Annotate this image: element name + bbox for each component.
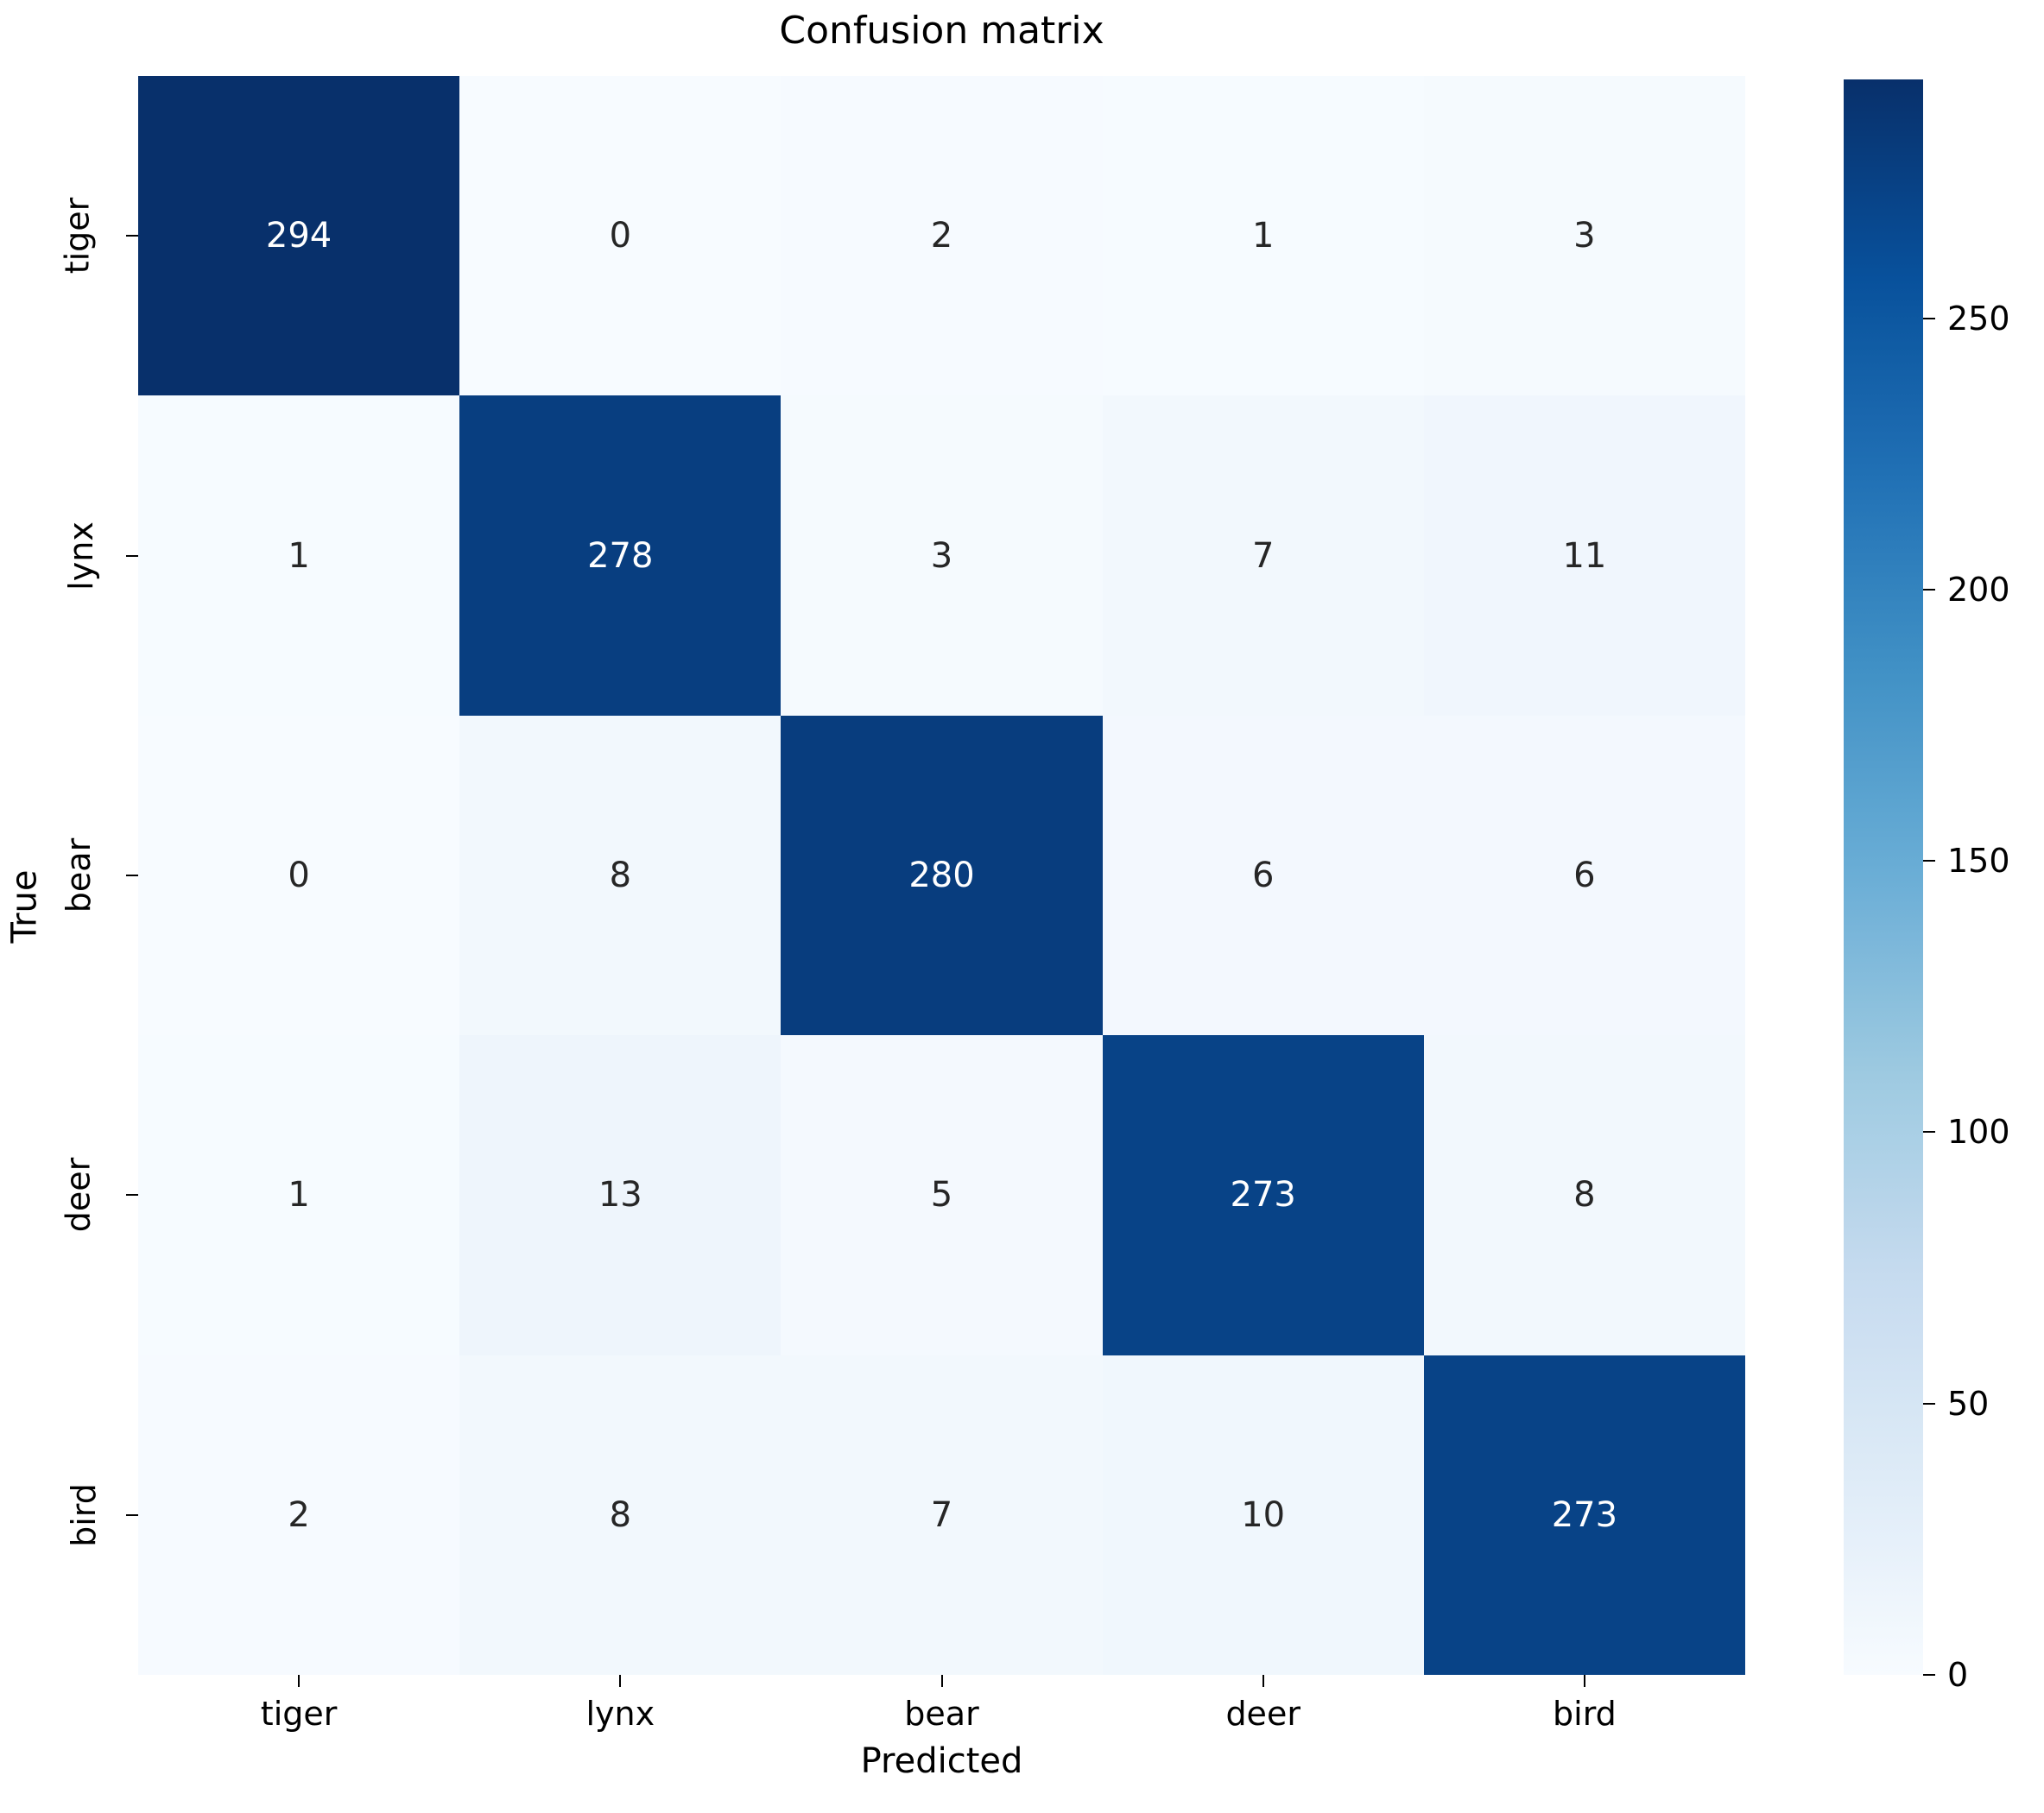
matrix-cell-value: 2 (930, 216, 953, 256)
y-tick-mark (126, 1194, 138, 1197)
matrix-cell: 1 (138, 1035, 460, 1355)
colorbar-tick-mark (1923, 1402, 1935, 1405)
matrix-cell-value: 278 (587, 535, 654, 576)
x-tick-label: bear (904, 1695, 979, 1733)
matrix-cell-value: 1 (1251, 216, 1275, 256)
matrix-cell: 6 (1102, 715, 1424, 1036)
x-tick-label: bird (1553, 1695, 1617, 1733)
page-title: Confusion matrix (779, 9, 1104, 53)
matrix-cell: 3 (1423, 76, 1745, 396)
matrix-cell-value: 7 (930, 1494, 953, 1535)
matrix-cell: 11 (1423, 395, 1745, 716)
colorbar-tick-mark (1923, 1674, 1935, 1676)
matrix-cell: 294 (138, 76, 460, 396)
y-tick-mark (126, 235, 138, 237)
matrix-cell-value: 11 (1562, 535, 1607, 576)
colorbar-tick-label: 250 (1947, 299, 2010, 338)
colorbar-gradient (1844, 79, 1923, 1675)
matrix-cell-value: 10 (1241, 1494, 1286, 1535)
y-tick-mark (126, 875, 138, 876)
matrix-cell-value: 6 (1573, 855, 1596, 895)
y-tick-label: bird (65, 1482, 104, 1547)
matrix-cell-value: 13 (598, 1175, 642, 1216)
x-tick-mark (940, 1675, 943, 1687)
x-tick-mark (298, 1675, 301, 1687)
matrix-cell: 7 (781, 1355, 1103, 1675)
matrix-cell: 8 (1423, 1035, 1745, 1355)
matrix-cell: 2 (781, 76, 1103, 396)
x-tick-label: deer (1225, 1695, 1300, 1733)
x-tick-mark (619, 1675, 622, 1687)
matrix-cell: 1 (138, 395, 460, 716)
matrix-cell: 273 (1423, 1355, 1745, 1675)
matrix-cell: 280 (781, 715, 1103, 1036)
colorbar-tick-label: 150 (1947, 842, 2010, 881)
x-axis-label: Predicted (860, 1741, 1023, 1781)
colorbar-tick-mark (1923, 1131, 1935, 1134)
matrix-cell-value: 5 (930, 1175, 953, 1216)
colorbar-tick-mark (1923, 317, 1935, 319)
matrix-cell: 10 (1102, 1355, 1424, 1675)
matrix-cell: 7 (1102, 395, 1424, 716)
matrix-cell: 5 (781, 1035, 1103, 1355)
matrix-cell: 0 (138, 715, 460, 1036)
matrix-cell: 8 (459, 1355, 782, 1675)
heatmap-plot-area: 294 0 2 1 3 1 278 3 7 11 0 8 280 6 6 1 13 5 273 8 2 8 7 10 273 (138, 76, 1745, 1675)
matrix-cell-value: 0 (288, 855, 310, 895)
matrix-cell-value: 294 (265, 216, 332, 256)
colorbar-tick-label: 0 (1947, 1656, 1969, 1694)
x-tick-label: lynx (585, 1695, 655, 1733)
confusion-matrix-figure: Confusion matrix True tiger lynx bear deer b… (0, 0, 2044, 1813)
matrix-cell: 278 (459, 395, 782, 716)
x-tick-mark (1262, 1675, 1264, 1687)
matrix-cell-value: 8 (609, 1494, 632, 1535)
matrix-cell-value: 1 (288, 535, 310, 576)
matrix-cell: 0 (459, 76, 782, 396)
colorbar-tick-mark (1923, 860, 1935, 862)
matrix-cell-value: 273 (1230, 1175, 1296, 1216)
matrix-cell: 13 (459, 1035, 782, 1355)
y-tick-label: deer (59, 1158, 98, 1233)
colorbar (1844, 79, 1923, 1675)
y-tick-label: lynx (62, 521, 101, 591)
y-tick-label: bear (59, 837, 98, 913)
x-tick-mark (1583, 1675, 1585, 1687)
confusion-matrix-grid: 294 0 2 1 3 1 278 3 7 11 0 8 280 6 6 1 13 5 273 8 2 8 7 10 273 (138, 76, 1745, 1675)
colorbar-tick-label: 100 (1947, 1113, 2010, 1152)
y-tick-mark (126, 554, 138, 557)
matrix-cell-value: 8 (1573, 1175, 1596, 1216)
x-tick-label: tiger (260, 1695, 338, 1733)
colorbar-tick-mark (1923, 588, 1935, 591)
matrix-cell-value: 3 (930, 535, 953, 576)
y-tick-label: tiger (58, 197, 97, 275)
matrix-cell: 2 (138, 1355, 460, 1675)
matrix-cell-value: 280 (908, 855, 975, 895)
matrix-cell-value: 8 (609, 855, 632, 895)
matrix-cell: 1 (1102, 76, 1424, 396)
colorbar-tick-label: 200 (1947, 570, 2010, 609)
matrix-cell-value: 2 (288, 1494, 310, 1535)
matrix-cell: 273 (1102, 1035, 1424, 1355)
matrix-cell: 8 (459, 715, 782, 1036)
colorbar-tick-label: 50 (1947, 1384, 1990, 1423)
matrix-cell-value: 3 (1573, 216, 1596, 256)
y-tick-mark (126, 1513, 138, 1516)
matrix-cell-value: 0 (609, 216, 632, 256)
colorbar-ticks: 0 50 100 150 200 250 (1923, 79, 2044, 1691)
matrix-cell: 3 (781, 395, 1103, 716)
matrix-cell-value: 7 (1251, 535, 1275, 576)
matrix-cell-value: 273 (1551, 1494, 1618, 1535)
matrix-cell-value: 6 (1251, 855, 1275, 895)
matrix-cell: 6 (1423, 715, 1745, 1036)
y-axis-ticks: tiger lynx bear deer bird (0, 76, 138, 1675)
matrix-cell-value: 1 (288, 1175, 310, 1216)
